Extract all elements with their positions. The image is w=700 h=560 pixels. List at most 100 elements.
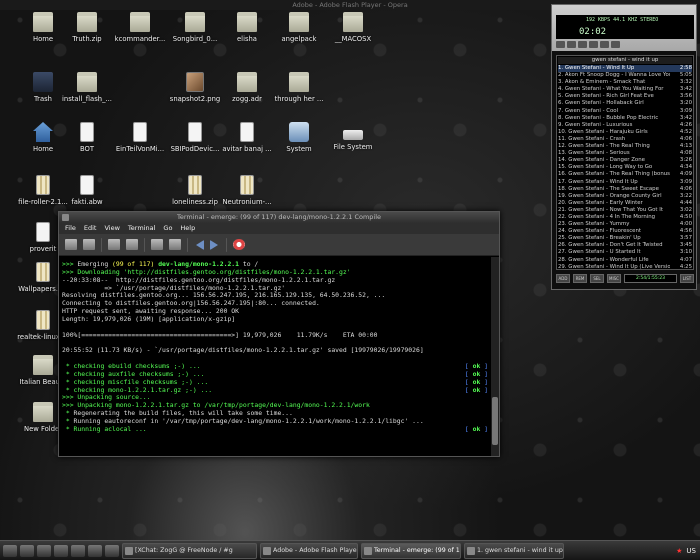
playlist-row[interactable]: 6. Gwen Stefani - Hollaback Girl 3:20 bbox=[558, 100, 692, 107]
track-title: 21. Gwen Stefani - Now That You Got It bbox=[558, 206, 663, 213]
menu-view[interactable]: View bbox=[104, 223, 119, 234]
playlist-row[interactable]: 12. Gwen Stefani - The Real Thing 4:13 bbox=[558, 143, 692, 150]
track-duration: 3:56 bbox=[679, 93, 692, 100]
playlist-row[interactable]: 10. Gwen Stefani - Harajuku Girls 4:52 bbox=[558, 129, 692, 136]
scrollbar-thumb[interactable] bbox=[492, 397, 498, 445]
playlist-row[interactable]: 28. Gwen Stefani - Wonderful Life 4:07 bbox=[558, 257, 692, 264]
list-button[interactable]: LIST bbox=[680, 273, 694, 283]
player-controls bbox=[556, 41, 620, 48]
drive-icon bbox=[343, 130, 363, 140]
playlist-row[interactable]: 29. Gwen Stefani - Wind It Up (Live Vers… bbox=[558, 264, 692, 269]
desktop-icon[interactable]: through her ... bbox=[264, 72, 334, 122]
new-tab-icon[interactable] bbox=[65, 239, 77, 250]
terminal-titlebar[interactable]: Terminal - emerge: (99 of 117) dev-lang/… bbox=[59, 212, 499, 223]
playlist-row[interactable]: 8. Gwen Stefani - Bubble Pop Electric 3:4… bbox=[558, 115, 692, 122]
playlist-row[interactable]: 25. Gwen Stefani - Breakin' Up 3:57 bbox=[558, 235, 692, 242]
terminal-scrollbar[interactable] bbox=[491, 257, 499, 456]
desktop-icon[interactable]: File System bbox=[318, 122, 388, 172]
file-icon bbox=[36, 222, 50, 242]
add-button[interactable]: ADD bbox=[556, 273, 570, 283]
playlist-row[interactable]: 13. Gwen Stefani - Serious 4:08 bbox=[558, 150, 692, 157]
menu-terminal[interactable]: Terminal bbox=[128, 223, 155, 234]
browser-launcher-icon[interactable] bbox=[37, 544, 51, 557]
toolbar-separator bbox=[226, 237, 227, 252]
misc-button[interactable]: MISC bbox=[607, 273, 621, 283]
system-tray: ★ US bbox=[676, 547, 700, 555]
playlist-row[interactable]: 19. Gwen Stefani - Orange County Girl 3:2… bbox=[558, 193, 692, 200]
task-opera[interactable]: Adobe - Adobe Flash Player - Ope bbox=[260, 542, 358, 559]
camera-launcher-icon[interactable] bbox=[105, 544, 119, 557]
fullscreen-icon[interactable] bbox=[151, 239, 163, 250]
help-icon[interactable] bbox=[233, 239, 245, 250]
files-launcher-icon[interactable] bbox=[54, 544, 68, 557]
previous-tab-icon[interactable] bbox=[194, 239, 204, 250]
prev-icon[interactable] bbox=[556, 41, 565, 48]
playlist-row[interactable]: 17. Gwen Stefani - Wind It Up 3:09 bbox=[558, 179, 692, 186]
opera-launcher-icon[interactable] bbox=[71, 544, 85, 557]
playlist-row[interactable]: 26. Gwen Stefani - Don't Get It Twisted 3… bbox=[558, 242, 692, 249]
playlist-row[interactable]: 14. Gwen Stefani - Danger Zone 3:26 bbox=[558, 157, 692, 164]
playlist-row[interactable]: 16. Gwen Stefani - The Real Thing (bonus… bbox=[558, 171, 692, 178]
playlist-row[interactable]: 5. Gwen Stefani - Rich Girl Feat Eve 3:56 bbox=[558, 93, 692, 100]
desktop-icon-label: __MACOSX bbox=[334, 35, 372, 43]
preferences-icon[interactable] bbox=[169, 239, 181, 250]
track-duration: 3:45 bbox=[679, 242, 692, 249]
track-duration: 4:26 bbox=[679, 121, 692, 128]
track-title: 18. Gwen Stefani - The Sweet Escape bbox=[558, 185, 659, 192]
playlist[interactable]: gwen stefani - wind it up 1. Gwen Stefan… bbox=[556, 55, 694, 270]
terminal-launcher-icon[interactable] bbox=[20, 544, 34, 557]
track-title: 6. Gwen Stefani - Hollaback Girl bbox=[558, 100, 644, 107]
track-duration: 3:09 bbox=[679, 107, 692, 114]
desktop-icon-label: through her ... bbox=[274, 95, 324, 103]
terminal-window[interactable]: Terminal - emerge: (99 of 117) dev-lang/… bbox=[58, 211, 500, 457]
chat-launcher-icon[interactable] bbox=[88, 544, 102, 557]
eject-icon[interactable] bbox=[611, 41, 620, 48]
playlist-row[interactable]: 24. Gwen Stefani - Fluorescent 4:56 bbox=[558, 228, 692, 235]
task-terminal[interactable]: Terminal - emerge: (99 of 117) bbox=[361, 542, 461, 559]
pause-icon[interactable] bbox=[578, 41, 587, 48]
playlist-row[interactable]: 4. Gwen Stefani - What You Waiting For 3:… bbox=[558, 86, 692, 93]
menu-go[interactable]: Go bbox=[163, 223, 172, 234]
playlist-row[interactable]: 9. Gwen Stefani - Luxurious 4:26 bbox=[558, 122, 692, 129]
terminal-output[interactable]: >>> Emerging (99 of 117) dev-lang/mono-1… bbox=[59, 257, 491, 456]
playlist-row[interactable]: 15. Gwen Stefani - Long Way to Go 4:34 bbox=[558, 164, 692, 171]
desktop-icon[interactable]: install_flash_... bbox=[52, 72, 122, 122]
playlist-row[interactable]: 22. Gwen Stefani - 4 In The Morning 4:50 bbox=[558, 214, 692, 221]
new-window-icon[interactable] bbox=[83, 239, 95, 250]
media-player[interactable]: 192 KBPS 44.1 KHZ STEREO 02:02 gwen stef… bbox=[551, 4, 697, 290]
task-player[interactable]: 1. gwen stefani - wind it up (2:5 bbox=[464, 542, 564, 559]
time-readout: 02:02 bbox=[579, 27, 607, 37]
stop-icon[interactable] bbox=[589, 41, 598, 48]
playlist-row[interactable]: 27. Gwen Stefani - U Started It 3:10 bbox=[558, 249, 692, 256]
track-title: 8. Gwen Stefani - Bubble Pop Electric bbox=[558, 114, 659, 121]
playlist-row[interactable]: 18. Gwen Stefani - The Sweet Escape 4:06 bbox=[558, 186, 692, 193]
playlist-row[interactable]: 11. Gwen Stefani - Crash 4:06 bbox=[558, 136, 692, 143]
playlist-row[interactable]: 21. Gwen Stefani - Now That You Got It 3:… bbox=[558, 207, 692, 214]
star-icon[interactable]: ★ bbox=[676, 547, 682, 555]
menu-help[interactable]: Help bbox=[180, 223, 195, 234]
menu-file[interactable]: File bbox=[65, 223, 76, 234]
playlist-row[interactable]: 2. Akon Ft Snoop Dogg - I Wanna Love You… bbox=[558, 72, 692, 79]
playlist-row[interactable]: 3. Akon & Eminem - Smack That 3:32 bbox=[558, 79, 692, 86]
remove-button[interactable]: REM bbox=[573, 273, 587, 283]
locale-indicator[interactable]: US bbox=[686, 547, 696, 555]
track-title: 3. Akon & Eminem - Smack That bbox=[558, 79, 646, 86]
desktop-icon[interactable]: __MACOSX bbox=[318, 12, 388, 62]
next-icon[interactable] bbox=[600, 41, 609, 48]
play-icon[interactable] bbox=[567, 41, 576, 48]
copy-icon[interactable] bbox=[108, 239, 120, 250]
select-button[interactable]: SEL bbox=[590, 273, 604, 283]
playlist-row[interactable]: 7. Gwen Stefani - Cool 3:09 bbox=[558, 108, 692, 115]
track-title: 23. Gwen Stefani - Yummy bbox=[558, 221, 630, 228]
paste-icon[interactable] bbox=[126, 239, 138, 250]
window-menu-icon[interactable] bbox=[62, 214, 69, 221]
menu-edit[interactable]: Edit bbox=[84, 223, 97, 234]
task-xchat[interactable]: [XChat: ZogG @ FreeNode / #g bbox=[122, 542, 257, 559]
playlist-row[interactable]: 23. Gwen Stefani - Yummy 4:00 bbox=[558, 221, 692, 228]
track-duration: 4:08 bbox=[679, 150, 692, 157]
menu-icon[interactable] bbox=[3, 544, 17, 557]
playlist-row[interactable]: 1. Gwen Stefani - Wind It Up 2:58 bbox=[558, 65, 692, 73]
playlist-row[interactable]: 20. Gwen Stefani - Early Winter 4:44 bbox=[558, 200, 692, 207]
folder-icon bbox=[185, 12, 205, 32]
next-tab-icon[interactable] bbox=[210, 239, 220, 250]
